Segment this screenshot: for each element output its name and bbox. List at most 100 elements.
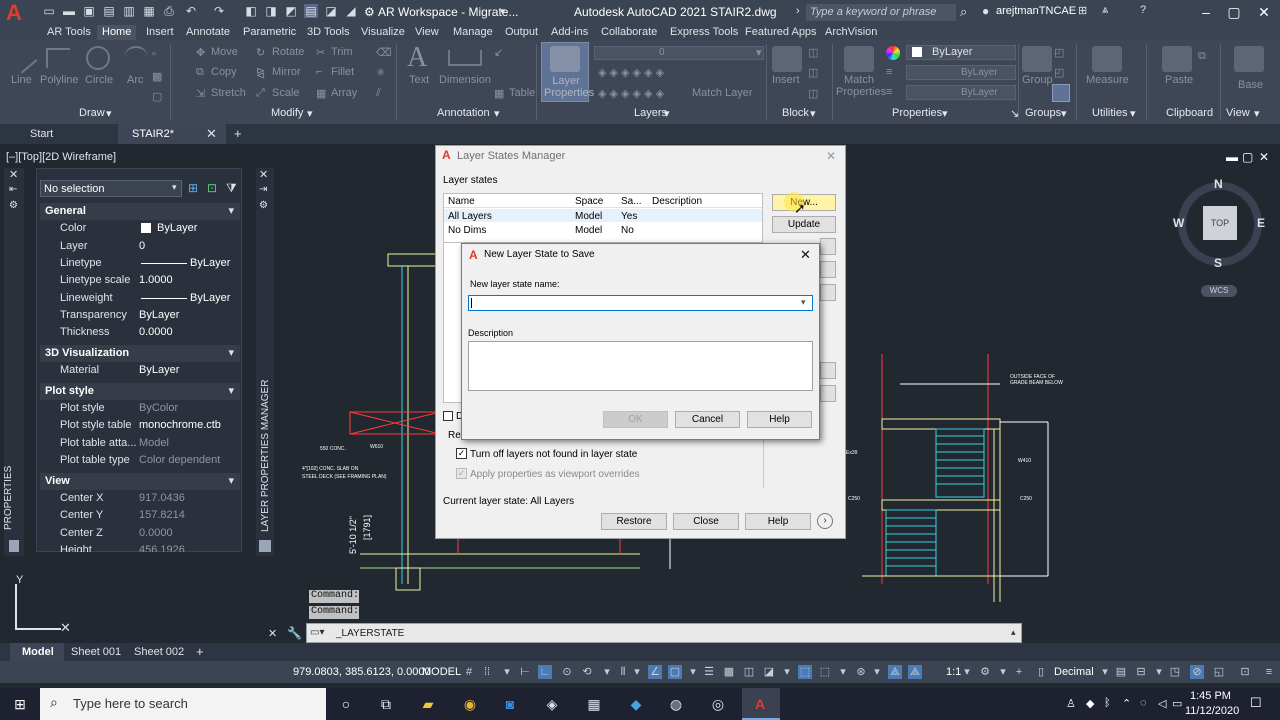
import-state-button[interactable] (820, 362, 836, 379)
rotate-button[interactable]: Rotate (272, 46, 304, 58)
array-icon[interactable]: ▦ (316, 87, 326, 100)
rename-state-button[interactable] (820, 261, 836, 278)
category-general[interactable]: General ▾ (40, 203, 240, 220)
prop-value-thickness[interactable]: 0.0000 (139, 326, 173, 338)
customization-icon[interactable]: ⊡ (1238, 665, 1252, 679)
draw-group-label[interactable]: Draw (79, 107, 105, 119)
taskbar-date[interactable]: 11/12/2020 (1185, 705, 1239, 717)
group-icon[interactable] (1022, 46, 1052, 72)
layer-dropdown-caret-icon[interactable]: ▾ (756, 46, 762, 59)
command-history-toggle-icon[interactable]: ▴ (1011, 627, 1016, 638)
edit-state-button[interactable] (820, 238, 836, 255)
isodraft-icon[interactable]: ⟲ (580, 665, 594, 679)
volume-icon[interactable]: ◁ (1158, 697, 1166, 710)
chrome-icon[interactable]: ◉ (460, 694, 480, 714)
help-button[interactable]: Help (745, 513, 811, 530)
polar-icon[interactable]: ⊙ (560, 665, 574, 679)
offset-icon[interactable]: ⫽ (376, 87, 381, 100)
calculator-icon[interactable]: ▦ (584, 694, 604, 714)
layer-palette-icon[interactable] (259, 540, 271, 552)
layers-dropdown-icon[interactable]: ▾ (664, 107, 670, 120)
paste-icon[interactable] (1162, 46, 1192, 72)
compass-s[interactable]: S (1214, 256, 1222, 270)
annotation-visibility-2-icon[interactable]: ⟁ (908, 665, 922, 679)
taskbar-search-input[interactable]: Type here to search (73, 696, 188, 711)
tab-collaborate[interactable]: Collaborate (596, 25, 662, 40)
name-dropdown-icon[interactable]: ▾ (801, 297, 806, 308)
utilities-dropdown-icon[interactable]: ▾ (1130, 107, 1136, 120)
prop-value-material[interactable]: ByLayer (139, 364, 179, 376)
isodraft-dropdown-icon[interactable]: ▾ (600, 665, 614, 679)
circle-button[interactable]: Circle (85, 74, 113, 86)
scale-dropdown-icon[interactable]: ▾ (960, 665, 974, 679)
block-attr-icon[interactable]: ◫ (808, 87, 818, 100)
tray-chevron-icon[interactable]: ⌃ (1122, 697, 1131, 710)
layers-group-label[interactable]: Layers (634, 107, 667, 119)
layout-tab-sheet-002[interactable]: Sheet 002 (134, 646, 184, 658)
close-tab-icon[interactable]: ✕ (206, 126, 217, 142)
command-prompt-icon[interactable]: ▭▾ (310, 627, 324, 638)
trim-icon[interactable]: ✂ (316, 46, 325, 59)
block-group-label[interactable]: Block (782, 107, 809, 119)
compass-e[interactable]: E (1257, 216, 1265, 230)
app-icon-2[interactable]: ◆ (626, 694, 646, 714)
dont-list-checkbox[interactable] (443, 411, 453, 421)
palette-autohide-icon[interactable]: ⇤ (9, 184, 17, 195)
tab-annotate[interactable]: Annotate (181, 25, 235, 40)
auto-scale-icon[interactable]: ⬚ (818, 665, 832, 679)
cortana-icon[interactable]: ○ (336, 694, 356, 714)
groups-dropdown-icon[interactable]: ▾ (1061, 107, 1067, 120)
copy-clip-icon[interactable]: ⧉ (1198, 50, 1206, 63)
table-button[interactable]: Table (509, 87, 535, 99)
grid-icon[interactable]: # (462, 665, 476, 679)
col-header-space[interactable]: Space (575, 196, 603, 207)
user-icon[interactable]: ● (982, 4, 989, 18)
prop-value-plot-style-table[interactable]: monochrome.ctb (139, 419, 221, 431)
scale-button[interactable]: Scale (272, 87, 300, 99)
autocad-taskbar-icon[interactable]: A (750, 694, 770, 714)
lineweight-icon[interactable]: ∠ (648, 665, 662, 679)
layer-states-icon[interactable]: ▤ (304, 4, 318, 18)
layer-properties-icon[interactable] (550, 46, 580, 72)
dynamic-ucs-icon[interactable]: ◫ (742, 665, 756, 679)
utilities-group-label[interactable]: Utilities (1092, 107, 1127, 119)
app-icon-4[interactable]: ◎ (708, 694, 728, 714)
arc-icon[interactable] (124, 46, 148, 70)
tab-express-tools[interactable]: Express Tools (665, 25, 743, 40)
bluetooth-icon[interactable]: ᛒ (1104, 697, 1111, 709)
layer-icon[interactable]: ◩ (284, 4, 298, 18)
tab-ar-tools[interactable]: AR Tools (42, 25, 96, 40)
quick-select-icon[interactable]: ⧩ (226, 181, 237, 196)
base-view-icon[interactable] (1234, 46, 1264, 72)
insert-block-icon[interactable] (772, 46, 802, 72)
properties-dropdown-icon[interactable]: ▾ (942, 107, 948, 120)
arc-button[interactable]: Arc (127, 74, 144, 86)
select-objects-icon[interactable]: ⊡ (207, 181, 217, 195)
table-icon[interactable]: ▦ (494, 87, 504, 100)
tab-visualize[interactable]: Visualize (356, 25, 410, 40)
layer-palette-close-icon[interactable]: ✕ (259, 168, 268, 181)
units-file-icon[interactable]: ▯ (1034, 665, 1048, 679)
prop-value-layer[interactable]: 0 (139, 240, 145, 252)
lineweight-icon[interactable]: ≡ (886, 66, 892, 78)
people-icon[interactable]: ♙ (1066, 697, 1076, 710)
properties-group-label[interactable]: Properties (892, 107, 942, 119)
units-format-dropdown-icon[interactable]: ▾ (1098, 665, 1112, 679)
measure-icon[interactable] (1092, 46, 1122, 72)
prop-value-linetype-scale[interactable]: 1.0000 (139, 274, 173, 286)
move-button[interactable]: Move (211, 46, 238, 58)
windows-start-icon[interactable]: ⊞ (10, 694, 30, 714)
workspace-gear-icon[interactable]: ⚙ (364, 5, 375, 19)
osnap-tracking-dropdown-icon[interactable]: ▾ (630, 665, 644, 679)
prop-value-linetype[interactable]: ByLayer (190, 257, 230, 269)
color-wheel-icon[interactable] (886, 46, 900, 60)
tab-insert[interactable]: Insert (141, 25, 179, 40)
layer-dropdown[interactable]: 0 (594, 46, 764, 60)
linetype-dropdown[interactable]: ByLayer (906, 85, 1016, 100)
group-button[interactable]: Group (1022, 74, 1053, 86)
fillet-icon[interactable]: ⌐ (316, 66, 322, 78)
trim-button[interactable]: Trim (331, 46, 353, 58)
selection-cycling-icon[interactable]: ☰ (702, 665, 716, 679)
status-menu-icon[interactable]: ≡ (1262, 665, 1276, 679)
selection-filter-icon[interactable]: ◪ (762, 665, 776, 679)
